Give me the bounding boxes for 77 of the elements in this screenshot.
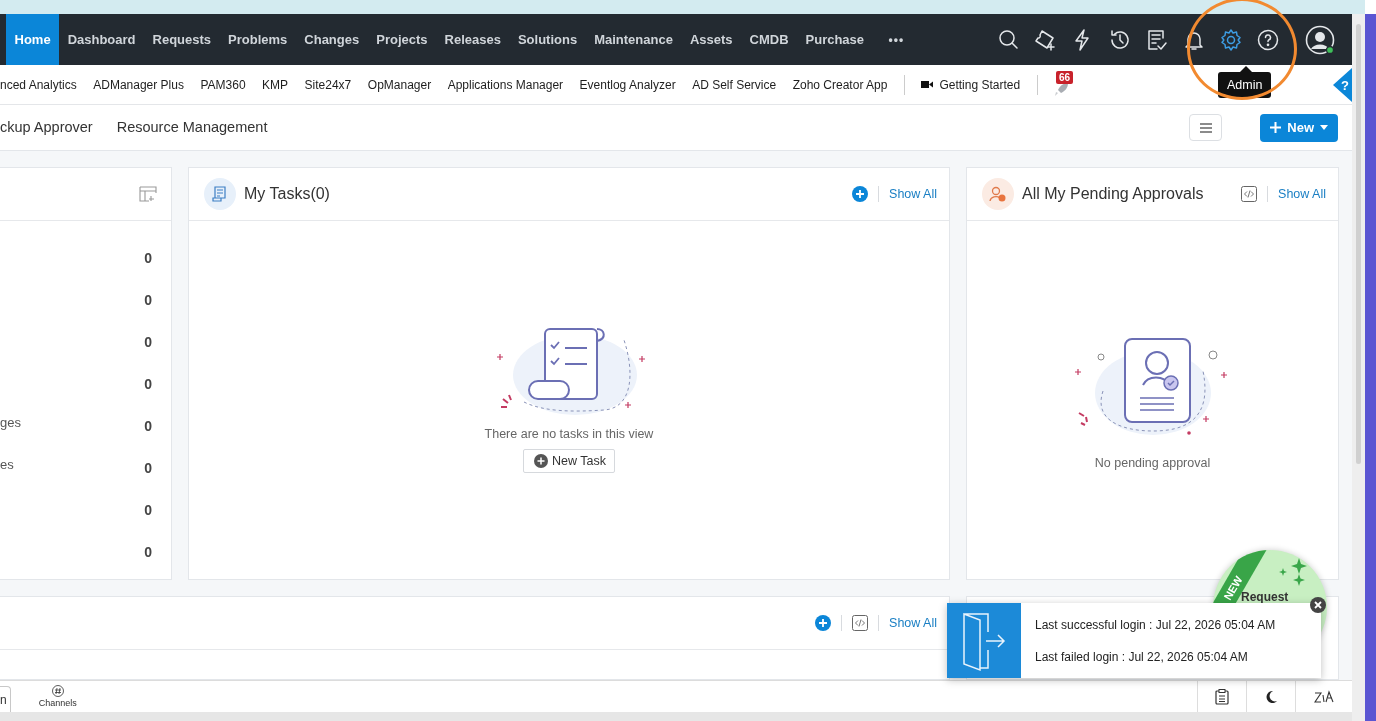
task-icon xyxy=(204,178,236,210)
ticket-plus-icon[interactable] xyxy=(1034,27,1058,52)
close-icon[interactable] xyxy=(1310,597,1326,613)
empty-message: There are no tasks in this view xyxy=(484,427,654,441)
new-button[interactable]: New xyxy=(1260,113,1338,142)
help-icon[interactable] xyxy=(1256,27,1280,52)
show-all-link[interactable]: Show All xyxy=(889,187,937,201)
promo-label[interactable]: Request xyxy=(1241,590,1289,604)
show-all-link[interactable]: Show All xyxy=(889,616,937,630)
checklist-icon[interactable] xyxy=(1145,27,1169,52)
count-value: 0 xyxy=(144,544,152,560)
empty-message: No pending approval xyxy=(1094,456,1211,470)
search-icon[interactable] xyxy=(997,27,1021,52)
count-value: 0 xyxy=(144,250,152,266)
add-icon[interactable] xyxy=(815,615,832,631)
nav-tab[interactable]: Assets xyxy=(681,14,742,65)
nav-tab[interactable]: Problems xyxy=(219,14,296,65)
tooltip: Admin xyxy=(1218,72,1272,98)
history-icon[interactable] xyxy=(1108,27,1132,52)
nav-tab[interactable]: Requests xyxy=(144,14,220,65)
caret-icon xyxy=(1320,125,1328,130)
page-tab[interactable]: Resource Management xyxy=(116,106,268,149)
card-title: My Tasks(0) xyxy=(244,185,330,203)
clipboard-icon[interactable] xyxy=(1215,688,1229,705)
app-link[interactable]: ADManager Plus xyxy=(93,77,184,92)
settings-icon[interactable] xyxy=(1219,27,1243,52)
count-value: 0 xyxy=(144,460,152,476)
login-info: Last failed login : Jul 22, 2026 05:04 AM xyxy=(1035,649,1249,664)
channels-button[interactable]: Channels xyxy=(38,681,77,712)
count-value: 0 xyxy=(144,502,152,518)
plus-icon xyxy=(1270,122,1282,133)
row-label: ges xyxy=(0,414,21,430)
new-task-button[interactable]: New Task xyxy=(523,449,615,473)
count-value: 0 xyxy=(144,334,152,350)
avatar-icon[interactable] xyxy=(1305,24,1335,55)
app-link[interactable]: Zoho Creator App xyxy=(792,77,888,92)
app-link[interactable]: PAM360 xyxy=(200,77,246,92)
nav-tab[interactable]: Dashboard xyxy=(59,14,145,65)
embed-icon[interactable] xyxy=(852,615,869,631)
embed-icon[interactable] xyxy=(1241,186,1258,202)
page-tab[interactable]: ckup Approver xyxy=(0,106,93,149)
app-link[interactable]: nced Analytics xyxy=(0,77,77,92)
hash-icon xyxy=(51,685,64,697)
nav-tab[interactable]: Projects xyxy=(367,14,437,65)
app-link[interactable]: Applications Manager xyxy=(447,77,564,92)
nav-tab[interactable]: Maintenance xyxy=(585,14,682,65)
add-icon xyxy=(534,454,548,468)
row-label: es xyxy=(0,456,14,472)
count-value: 0 xyxy=(144,418,152,434)
approver-icon xyxy=(982,178,1014,210)
show-all-link[interactable]: Show All xyxy=(1278,187,1326,201)
app-link[interactable]: OpManager xyxy=(367,77,432,92)
nav-tab[interactable]: Solutions xyxy=(509,14,586,65)
list-view-button[interactable] xyxy=(1189,114,1223,141)
card-title: All My Pending Approvals xyxy=(1022,185,1204,203)
video-camera-icon xyxy=(921,80,934,89)
moon-icon[interactable] xyxy=(1264,689,1278,704)
add-icon[interactable] xyxy=(852,186,869,202)
notification-badge: 66 xyxy=(1056,71,1074,84)
nav-tab[interactable]: Changes xyxy=(295,14,368,65)
assistant-icon[interactable] xyxy=(1314,689,1334,704)
nav-tab[interactable]: Releases xyxy=(436,14,510,65)
app-link[interactable]: Eventlog Analyzer xyxy=(579,77,676,92)
app-link[interactable]: Site24x7 xyxy=(304,77,352,92)
getting-started-link[interactable]: Getting Started xyxy=(921,77,1021,92)
app-link[interactable]: KMP xyxy=(262,77,289,92)
menu-icon xyxy=(1199,122,1212,133)
app-link[interactable]: AD Self Service xyxy=(692,77,777,92)
more-menu[interactable]: ••• xyxy=(888,14,905,65)
login-info: Last successful login : Jul 22, 2026 05:04 AM xyxy=(1035,617,1276,632)
help-tab[interactable]: ? xyxy=(1333,68,1352,102)
nav-tab[interactable]: Home xyxy=(6,14,60,65)
nav-tab[interactable]: Purchase xyxy=(797,14,873,65)
scrollbar-thumb[interactable] xyxy=(1356,24,1361,464)
count-value: 0 xyxy=(144,376,152,392)
count-value: 0 xyxy=(144,292,152,308)
nav-tab[interactable]: CMDB xyxy=(741,14,798,65)
